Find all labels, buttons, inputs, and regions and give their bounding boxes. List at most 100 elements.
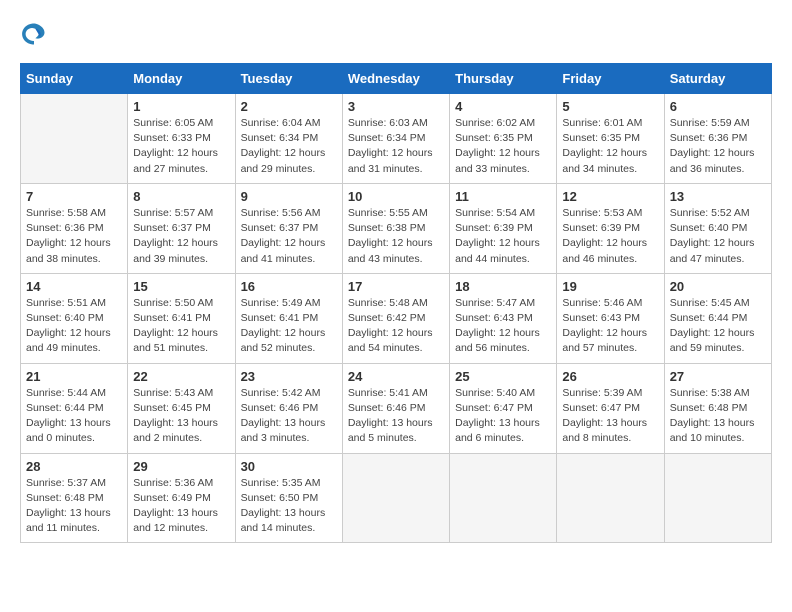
- col-header-friday: Friday: [557, 64, 664, 94]
- day-number: 1: [133, 99, 229, 114]
- col-header-tuesday: Tuesday: [235, 64, 342, 94]
- calendar-cell: 6 Sunrise: 5:59 AMSunset: 6:36 PMDaylight…: [664, 94, 771, 184]
- col-header-monday: Monday: [128, 64, 235, 94]
- calendar-cell: 12 Sunrise: 5:53 AMSunset: 6:39 PMDayligh…: [557, 183, 664, 273]
- calendar-cell: 22Sunrise: 5:43 AMSunset: 6:45 PMDayligh…: [128, 363, 235, 453]
- day-number: 14: [26, 279, 122, 294]
- cell-info: Sunrise: 5:36 AMSunset: 6:49 PMDaylight:…: [133, 476, 229, 537]
- calendar-cell: 8 Sunrise: 5:57 AMSunset: 6:37 PMDaylight…: [128, 183, 235, 273]
- calendar-cell: 14 Sunrise: 5:51 AMSunset: 6:40 PMDayligh…: [21, 273, 128, 363]
- calendar-cell: 2 Sunrise: 6:04 AMSunset: 6:34 PMDaylight…: [235, 94, 342, 184]
- day-number: 21: [26, 369, 122, 384]
- col-header-thursday: Thursday: [450, 64, 557, 94]
- day-number: 15: [133, 279, 229, 294]
- cell-info: Sunrise: 5:41 AMSunset: 6:46 PMDaylight:…: [348, 386, 444, 447]
- calendar-cell: 7 Sunrise: 5:58 AMSunset: 6:36 PMDaylight…: [21, 183, 128, 273]
- calendar-cell: 30 Sunrise: 5:35 AMSunset: 6:50 PMDayligh…: [235, 453, 342, 543]
- cell-info: Sunrise: 5:39 AMSunset: 6:47 PMDaylight:…: [562, 386, 658, 447]
- cell-info: Sunrise: 5:57 AMSunset: 6:37 PMDaylight:…: [133, 206, 229, 267]
- calendar-week-5: 28 Sunrise: 5:37 AMSunset: 6:48 PMDayligh…: [21, 453, 772, 543]
- cell-info: Sunrise: 5:55 AMSunset: 6:38 PMDaylight:…: [348, 206, 444, 267]
- cell-info: Sunrise: 5:53 AMSunset: 6:39 PMDaylight:…: [562, 206, 658, 267]
- cell-info: Sunrise: 5:59 AMSunset: 6:36 PMDaylight:…: [670, 116, 766, 177]
- cell-info: Sunrise: 6:03 AMSunset: 6:34 PMDaylight:…: [348, 116, 444, 177]
- col-header-wednesday: Wednesday: [342, 64, 449, 94]
- cell-info: Sunrise: 6:02 AMSunset: 6:35 PMDaylight:…: [455, 116, 551, 177]
- cell-info: Sunrise: 5:44 AMSunset: 6:44 PMDaylight:…: [26, 386, 122, 447]
- day-number: 30: [241, 459, 337, 474]
- calendar-cell: 15 Sunrise: 5:50 AMSunset: 6:41 PMDayligh…: [128, 273, 235, 363]
- cell-info: Sunrise: 5:37 AMSunset: 6:48 PMDaylight:…: [26, 476, 122, 537]
- calendar-week-4: 21 Sunrise: 5:44 AMSunset: 6:44 PMDayligh…: [21, 363, 772, 453]
- calendar-cell: 4 Sunrise: 6:02 AMSunset: 6:35 PMDaylight…: [450, 94, 557, 184]
- calendar-cell: 11Sunrise: 5:54 AMSunset: 6:39 PMDayligh…: [450, 183, 557, 273]
- day-number: 9: [241, 189, 337, 204]
- cell-info: Sunrise: 5:51 AMSunset: 6:40 PMDaylight:…: [26, 296, 122, 357]
- cell-info: Sunrise: 5:42 AMSunset: 6:46 PMDaylight:…: [241, 386, 337, 447]
- cell-info: Sunrise: 5:58 AMSunset: 6:36 PMDaylight:…: [26, 206, 122, 267]
- day-number: 12: [562, 189, 658, 204]
- day-number: 5: [562, 99, 658, 114]
- calendar-cell: 10 Sunrise: 5:55 AMSunset: 6:38 PMDayligh…: [342, 183, 449, 273]
- cell-info: Sunrise: 6:04 AMSunset: 6:34 PMDaylight:…: [241, 116, 337, 177]
- day-number: 10: [348, 189, 444, 204]
- cell-info: Sunrise: 5:50 AMSunset: 6:41 PMDaylight:…: [133, 296, 229, 357]
- day-number: 25: [455, 369, 551, 384]
- day-number: 8: [133, 189, 229, 204]
- calendar-cell: [21, 94, 128, 184]
- cell-info: Sunrise: 5:52 AMSunset: 6:40 PMDaylight:…: [670, 206, 766, 267]
- calendar-cell: 19Sunrise: 5:46 AMSunset: 6:43 PMDayligh…: [557, 273, 664, 363]
- calendar-cell: 1Sunrise: 6:05 AMSunset: 6:33 PMDaylight…: [128, 94, 235, 184]
- day-number: 22: [133, 369, 229, 384]
- calendar-table: SundayMondayTuesdayWednesdayThursdayFrid…: [20, 63, 772, 543]
- calendar-cell: 23 Sunrise: 5:42 AMSunset: 6:46 PMDayligh…: [235, 363, 342, 453]
- day-number: 3: [348, 99, 444, 114]
- day-number: 28: [26, 459, 122, 474]
- calendar-cell: 18Sunrise: 5:47 AMSunset: 6:43 PMDayligh…: [450, 273, 557, 363]
- calendar-cell: [557, 453, 664, 543]
- day-number: 23: [241, 369, 337, 384]
- calendar-cell: 24 Sunrise: 5:41 AMSunset: 6:46 PMDayligh…: [342, 363, 449, 453]
- day-number: 16: [241, 279, 337, 294]
- calendar-cell: 16 Sunrise: 5:49 AMSunset: 6:41 PMDayligh…: [235, 273, 342, 363]
- cell-info: Sunrise: 5:48 AMSunset: 6:42 PMDaylight:…: [348, 296, 444, 357]
- day-number: 7: [26, 189, 122, 204]
- calendar-cell: 3 Sunrise: 6:03 AMSunset: 6:34 PMDaylight…: [342, 94, 449, 184]
- page-header: [20, 20, 772, 53]
- cell-info: Sunrise: 5:49 AMSunset: 6:41 PMDaylight:…: [241, 296, 337, 357]
- calendar-cell: 9 Sunrise: 5:56 AMSunset: 6:37 PMDaylight…: [235, 183, 342, 273]
- day-number: 26: [562, 369, 658, 384]
- day-number: 4: [455, 99, 551, 114]
- day-number: 13: [670, 189, 766, 204]
- calendar-cell: 20 Sunrise: 5:45 AMSunset: 6:44 PMDayligh…: [664, 273, 771, 363]
- logo: [20, 20, 52, 53]
- cell-info: Sunrise: 5:40 AMSunset: 6:47 PMDaylight:…: [455, 386, 551, 447]
- day-number: 2: [241, 99, 337, 114]
- day-number: 11: [455, 189, 551, 204]
- day-number: 18: [455, 279, 551, 294]
- calendar-week-2: 7 Sunrise: 5:58 AMSunset: 6:36 PMDaylight…: [21, 183, 772, 273]
- calendar-cell: 28 Sunrise: 5:37 AMSunset: 6:48 PMDayligh…: [21, 453, 128, 543]
- calendar-cell: 5 Sunrise: 6:01 AMSunset: 6:35 PMDaylight…: [557, 94, 664, 184]
- calendar-cell: 29 Sunrise: 5:36 AMSunset: 6:49 PMDayligh…: [128, 453, 235, 543]
- day-number: 27: [670, 369, 766, 384]
- day-number: 29: [133, 459, 229, 474]
- calendar-week-3: 14 Sunrise: 5:51 AMSunset: 6:40 PMDayligh…: [21, 273, 772, 363]
- day-number: 6: [670, 99, 766, 114]
- day-number: 24: [348, 369, 444, 384]
- calendar-cell: 21 Sunrise: 5:44 AMSunset: 6:44 PMDayligh…: [21, 363, 128, 453]
- calendar-cell: [664, 453, 771, 543]
- cell-info: Sunrise: 6:01 AMSunset: 6:35 PMDaylight:…: [562, 116, 658, 177]
- calendar-week-1: 1Sunrise: 6:05 AMSunset: 6:33 PMDaylight…: [21, 94, 772, 184]
- cell-info: Sunrise: 5:45 AMSunset: 6:44 PMDaylight:…: [670, 296, 766, 357]
- calendar-cell: 26 Sunrise: 5:39 AMSunset: 6:47 PMDayligh…: [557, 363, 664, 453]
- calendar-cell: 17Sunrise: 5:48 AMSunset: 6:42 PMDayligh…: [342, 273, 449, 363]
- calendar-cell: 25 Sunrise: 5:40 AMSunset: 6:47 PMDayligh…: [450, 363, 557, 453]
- cell-info: Sunrise: 5:38 AMSunset: 6:48 PMDaylight:…: [670, 386, 766, 447]
- cell-info: Sunrise: 5:35 AMSunset: 6:50 PMDaylight:…: [241, 476, 337, 537]
- day-number: 20: [670, 279, 766, 294]
- calendar-cell: 13 Sunrise: 5:52 AMSunset: 6:40 PMDayligh…: [664, 183, 771, 273]
- calendar-cell: 27 Sunrise: 5:38 AMSunset: 6:48 PMDayligh…: [664, 363, 771, 453]
- calendar-cell: [450, 453, 557, 543]
- cell-info: Sunrise: 5:56 AMSunset: 6:37 PMDaylight:…: [241, 206, 337, 267]
